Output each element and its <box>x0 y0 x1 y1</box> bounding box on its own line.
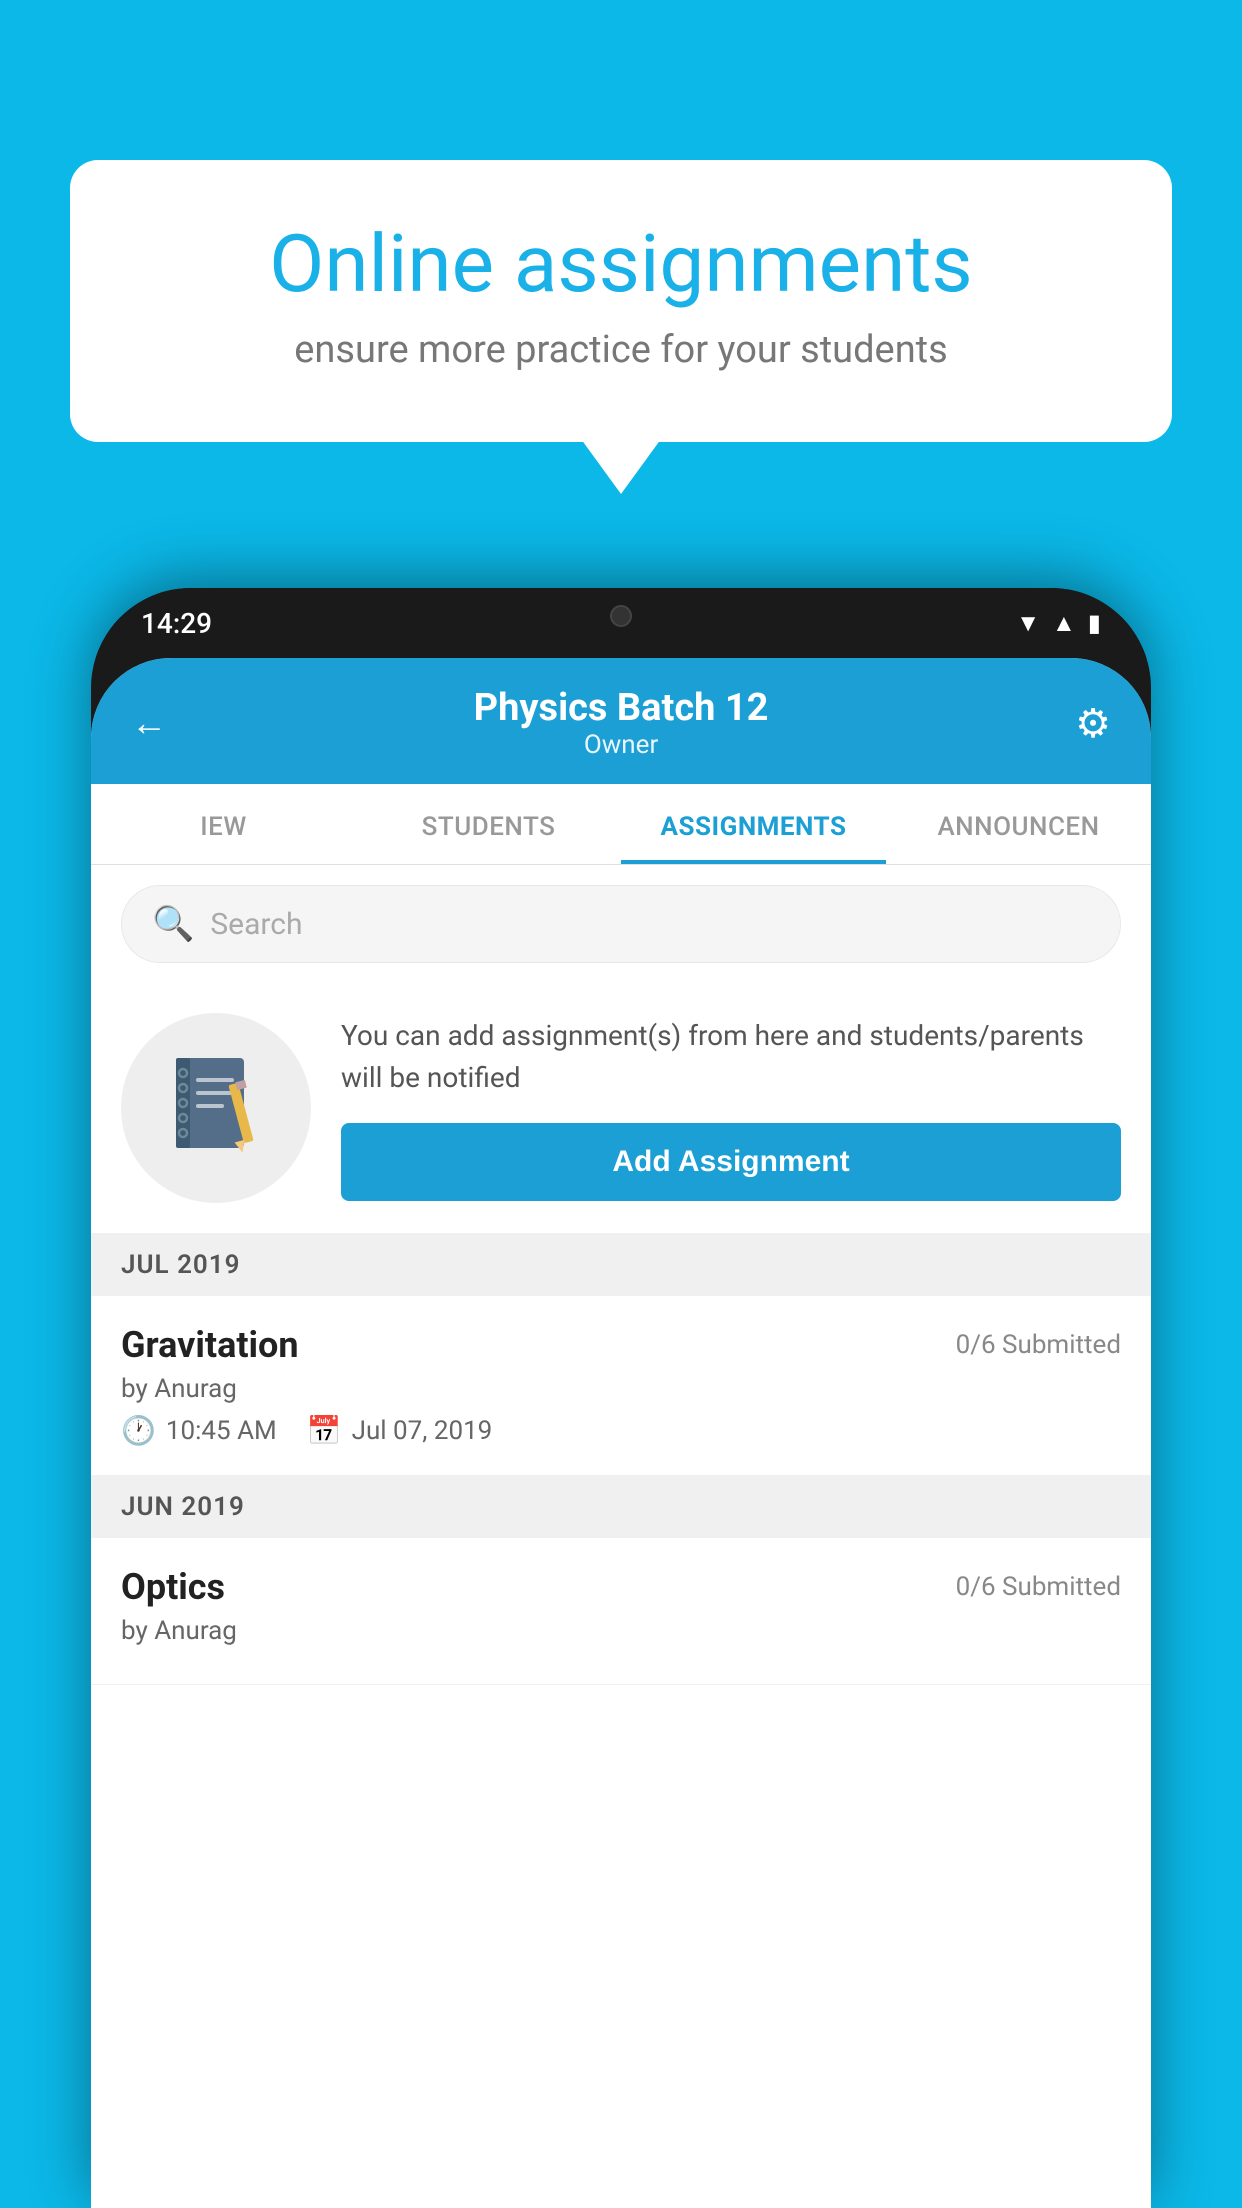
assignment-meta-gravitation: 🕐 10:45 AM 📅 Jul 07, 2019 <box>121 1414 1121 1447</box>
add-assignment-button[interactable]: Add Assignment <box>341 1123 1121 1201</box>
speech-bubble-container: Online assignments ensure more practice … <box>70 160 1172 442</box>
assignment-author-optics: by Anurag <box>121 1616 1121 1646</box>
phone-status-icons: ▼ ▲ ▮ <box>1016 609 1101 638</box>
tabs-bar: IEW STUDENTS ASSIGNMENTS ANNOUNCEN <box>91 784 1151 865</box>
search-placeholder: Search <box>210 907 302 942</box>
section-header-jun: JUN 2019 <box>91 1476 1151 1538</box>
back-button[interactable]: ← <box>131 702 167 744</box>
tab-announcements[interactable]: ANNOUNCEN <box>886 784 1151 864</box>
status-bar: 14:29 ▼ ▲ ▮ <box>91 588 1151 658</box>
battery-icon: ▮ <box>1088 609 1101 637</box>
tab-iew[interactable]: IEW <box>91 784 356 864</box>
app-header: ← Physics Batch 12 Owner ⚙ <box>91 658 1151 784</box>
header-center: Physics Batch 12 Owner <box>167 686 1075 760</box>
speech-bubble-subtitle: ensure more practice for your students <box>150 328 1092 372</box>
calendar-icon: 📅 <box>307 1414 342 1447</box>
assignment-item-optics[interactable]: Optics 0/6 Submitted by Anurag <box>91 1538 1151 1685</box>
phone-frame: 14:29 ▼ ▲ ▮ ← Physics Batch 12 Owner ⚙ I… <box>91 588 1151 2208</box>
tab-students[interactable]: STUDENTS <box>356 784 621 864</box>
assignment-title-optics: Optics <box>121 1566 225 1608</box>
meta-date-gravitation: 📅 Jul 07, 2019 <box>307 1414 493 1447</box>
assignment-submitted-optics: 0/6 Submitted <box>956 1572 1121 1602</box>
assignment-item-gravitation[interactable]: Gravitation 0/6 Submitted by Anurag 🕐 10… <box>91 1296 1151 1476</box>
notebook-icon <box>166 1053 266 1163</box>
assignment-title-gravitation: Gravitation <box>121 1324 299 1366</box>
assignment-submitted-gravitation: 0/6 Submitted <box>956 1330 1121 1360</box>
add-assignment-description: You can add assignment(s) from here and … <box>341 1015 1121 1099</box>
add-assignment-right: You can add assignment(s) from here and … <box>341 1015 1121 1201</box>
phone-time: 14:29 <box>141 607 212 640</box>
assignment-date-gravitation: Jul 07, 2019 <box>352 1416 493 1446</box>
phone-notch <box>521 588 721 643</box>
assignment-time-gravitation: 10:45 AM <box>166 1416 277 1446</box>
meta-time-gravitation: 🕐 10:45 AM <box>121 1414 277 1447</box>
scroll-content: 🔍 Search <box>91 865 1151 2208</box>
search-icon: 🔍 <box>152 904 194 944</box>
notebook-icon-circle <box>121 1013 311 1203</box>
phone-camera <box>610 605 632 627</box>
search-bar[interactable]: 🔍 Search <box>121 885 1121 963</box>
assignment-top-row-optics: Optics 0/6 Submitted <box>121 1566 1121 1608</box>
section-header-jul: JUL 2019 <box>91 1234 1151 1296</box>
speech-bubble-title: Online assignments <box>150 220 1092 308</box>
assignment-top-row: Gravitation 0/6 Submitted <box>121 1324 1121 1366</box>
add-assignment-section: You can add assignment(s) from here and … <box>91 983 1151 1234</box>
search-bar-container: 🔍 Search <box>91 865 1151 983</box>
signal-icon: ▲ <box>1052 609 1076 638</box>
wifi-icon: ▼ <box>1016 609 1040 638</box>
clock-icon: 🕐 <box>121 1414 156 1447</box>
phone-screen: ← Physics Batch 12 Owner ⚙ IEW STUDENTS … <box>91 658 1151 2208</box>
assignment-author-gravitation: by Anurag <box>121 1374 1121 1404</box>
speech-bubble: Online assignments ensure more practice … <box>70 160 1172 442</box>
header-subtitle: Owner <box>167 730 1075 760</box>
header-title: Physics Batch 12 <box>167 686 1075 730</box>
gear-icon[interactable]: ⚙ <box>1075 700 1111 747</box>
tab-assignments[interactable]: ASSIGNMENTS <box>621 784 886 864</box>
